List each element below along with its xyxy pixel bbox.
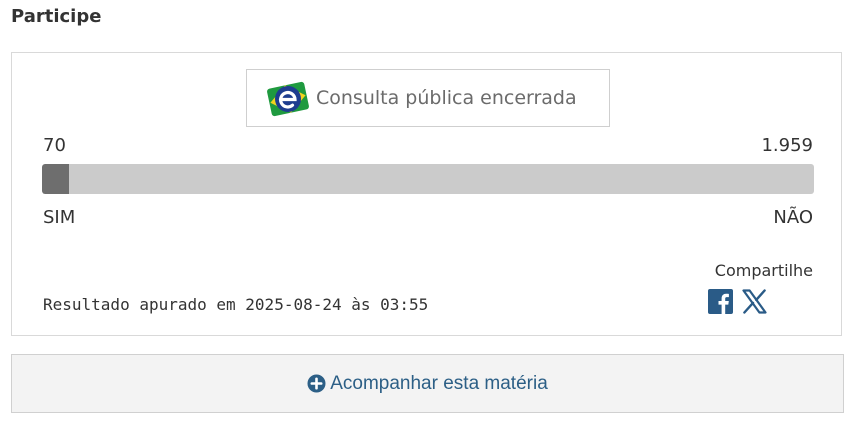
facebook-icon[interactable] — [708, 289, 733, 314]
share-label: Compartilhe — [714, 261, 813, 280]
follow-matter-label: Acompanhar esta matéria — [330, 372, 548, 394]
no-label: NÃO — [773, 207, 813, 228]
yes-label: SIM — [43, 207, 76, 228]
yes-vote-count: 70 — [43, 135, 66, 156]
e-cidadania-logo-icon — [267, 81, 309, 117]
x-twitter-icon[interactable] — [742, 289, 767, 314]
share-icons — [708, 289, 767, 314]
yes-vote-fill — [42, 164, 69, 194]
vote-result-bar — [42, 164, 814, 194]
follow-matter-button[interactable]: Acompanhar esta matéria — [11, 354, 844, 413]
result-timestamp: Resultado apurado em 2025-08-24 às 03:55 — [43, 295, 429, 314]
consulta-status-text: Consulta pública encerrada — [316, 87, 577, 109]
section-title: Participe — [11, 6, 102, 27]
plus-circle-icon — [307, 374, 326, 393]
no-vote-count: 1.959 — [761, 135, 813, 156]
consulta-panel: Consulta pública encerrada 70 1.959 SIM … — [11, 52, 842, 336]
consulta-status-box: Consulta pública encerrada — [246, 69, 610, 127]
